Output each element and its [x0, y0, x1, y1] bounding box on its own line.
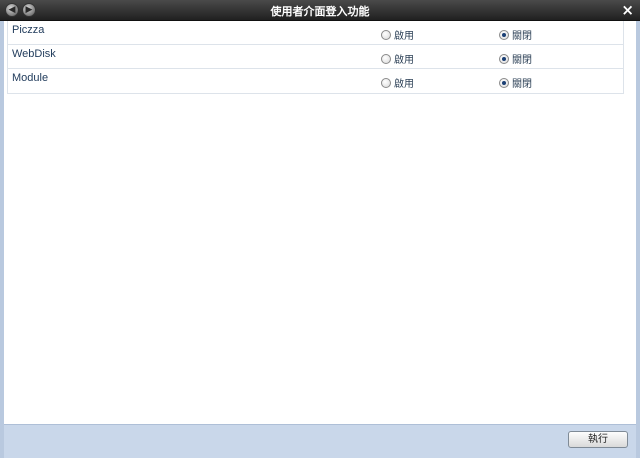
content-area: Piczza 啟用 關閉 WebDisk 啟用 關閉 Module 啟用 關閉 [4, 21, 636, 424]
disable-radio[interactable] [499, 53, 509, 64]
row-name: WebDisk [12, 48, 56, 60]
table-row: Module 啟用 關閉 [8, 69, 623, 93]
disable-option[interactable]: 關閉 [499, 27, 532, 42]
enable-option[interactable]: 啟用 [381, 27, 414, 42]
row-name: Module [12, 72, 49, 84]
disable-radio[interactable] [499, 29, 509, 40]
table-row: Piczza 啟用 關閉 [8, 21, 623, 45]
window-title: 使用者介面登入功能 [270, 5, 370, 18]
enable-radio[interactable] [381, 77, 391, 88]
table-row: WebDisk 啟用 關閉 [8, 45, 623, 69]
footer-bar: 執行 [4, 424, 636, 458]
settings-table: Piczza 啟用 關閉 WebDisk 啟用 關閉 Module 啟用 關閉 [7, 21, 624, 94]
disable-label: 關閉 [512, 31, 532, 42]
window-frame-right [636, 21, 640, 458]
enable-option[interactable]: 啟用 [381, 51, 414, 66]
close-icon[interactable]: × [621, 1, 634, 19]
execute-button[interactable]: 執行 [568, 431, 628, 448]
enable-label: 啟用 [394, 55, 414, 66]
disable-option[interactable]: 關閉 [499, 75, 532, 90]
enable-label: 啟用 [394, 31, 414, 42]
enable-radio[interactable] [381, 29, 391, 40]
disable-radio[interactable] [499, 77, 509, 88]
row-name: Piczza [12, 24, 45, 36]
disable-option[interactable]: 關閉 [499, 51, 532, 66]
disable-label: 關閉 [512, 79, 532, 90]
window-titlebar: ◀ ▶ 使用者介面登入功能 × [0, 0, 640, 21]
disable-label: 關閉 [512, 55, 532, 66]
enable-option[interactable]: 啟用 [381, 75, 414, 90]
enable-label: 啟用 [394, 79, 414, 90]
enable-radio[interactable] [381, 53, 391, 64]
